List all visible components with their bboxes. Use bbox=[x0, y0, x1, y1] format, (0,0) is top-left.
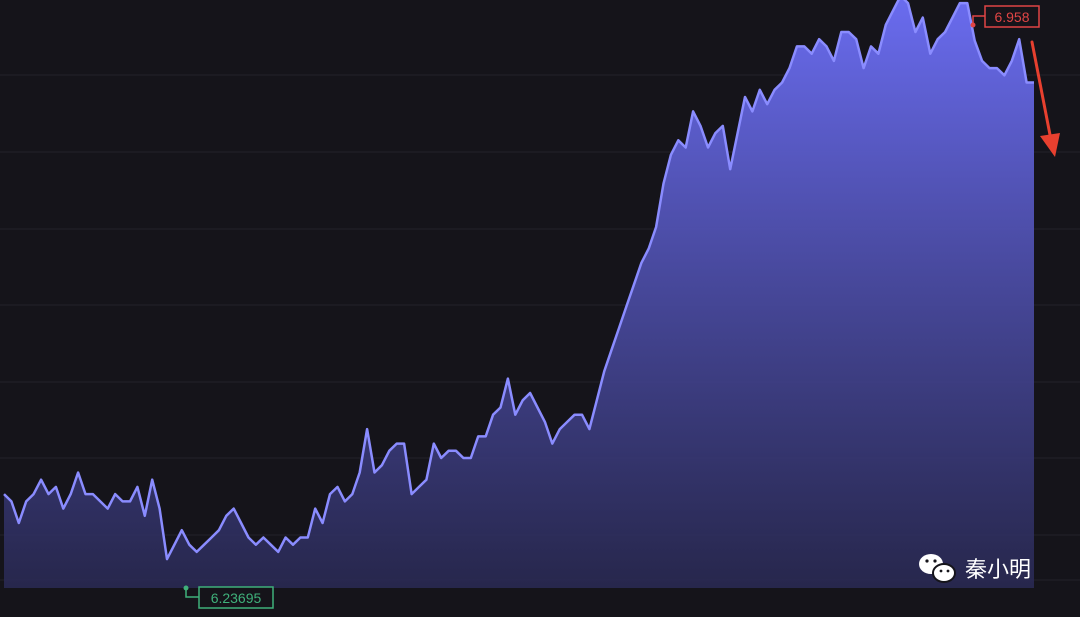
trend-arrow bbox=[1030, 40, 1060, 157]
watermark: 秦小明 bbox=[919, 554, 1031, 583]
low-value-label: 6.23695 bbox=[211, 590, 262, 606]
high-value-label: 6.958 bbox=[994, 9, 1029, 25]
price-area-chart: 6.958 6.23695 秦小明 bbox=[0, 0, 1080, 609]
high-annotation: 6.958 bbox=[970, 5, 1040, 28]
low-annotation: 6.23695 bbox=[183, 585, 274, 609]
watermark-text: 秦小明 bbox=[965, 558, 1031, 583]
